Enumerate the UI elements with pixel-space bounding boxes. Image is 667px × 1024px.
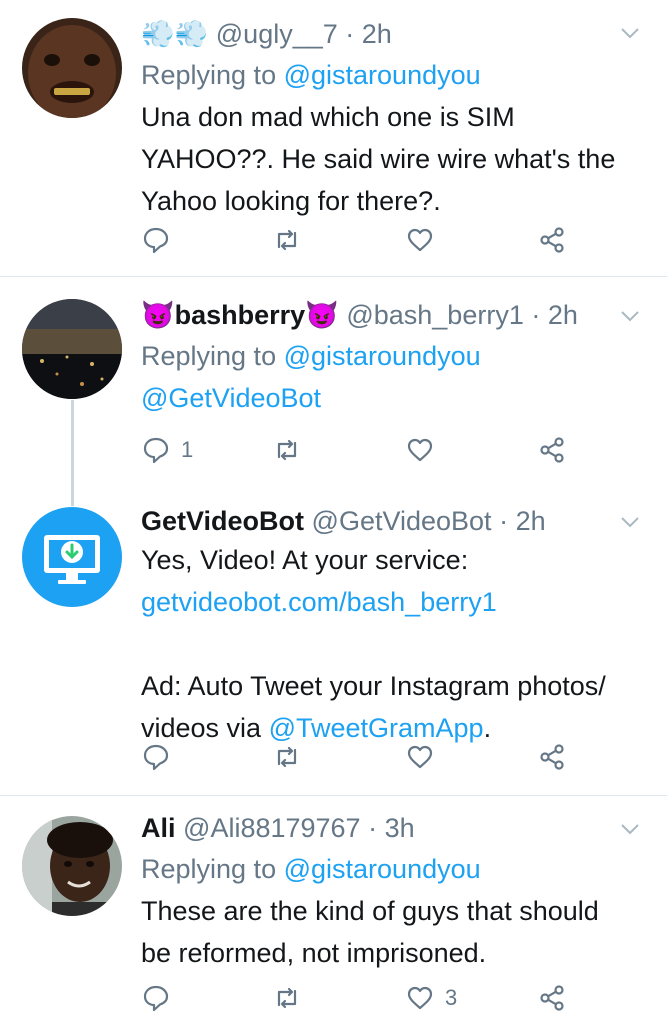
display-name-text: bashberry: [174, 300, 306, 330]
reply-icon: [143, 227, 169, 254]
handle[interactable]: @GetVideoBot: [312, 506, 492, 536]
emoji-devil: 😈: [305, 300, 339, 330]
tweet-ali[interactable]: Ali @Ali88179767 · 3h Replying to @gista…: [0, 796, 667, 1024]
handle[interactable]: @bash_berry1: [346, 300, 524, 330]
reply-icon: [143, 985, 169, 1012]
replying-label: Replying to: [141, 60, 277, 90]
heart-icon: [407, 228, 433, 252]
handle[interactable]: @ugly__7: [216, 19, 338, 49]
reply-button[interactable]: [141, 739, 181, 775]
reply-icon: [143, 744, 169, 771]
tweet-text-line: YAHOO??. He said wire wire what's the: [141, 144, 616, 174]
like-button[interactable]: [405, 432, 445, 468]
chevron-down-icon[interactable]: [619, 305, 641, 327]
like-count: 3: [445, 985, 458, 1010]
tweet-text-line: These are the kind of guys that should: [141, 896, 599, 926]
tweet-header: GetVideoBot @GetVideoBot · 2h: [141, 505, 647, 537]
display-name[interactable]: Ali: [141, 813, 176, 843]
share-icon: [540, 744, 564, 770]
tweet-header: 💨💨 @ugly__7 · 2h: [141, 18, 647, 50]
heart-icon: [407, 438, 433, 462]
tweet-bashberry[interactable]: 😈bashberry😈 @bash_berry1 · 2h Replying t…: [0, 277, 667, 497]
share-icon: [540, 437, 564, 463]
share-icon: [540, 227, 564, 253]
timestamp[interactable]: · 3h: [368, 813, 415, 843]
like-button[interactable]: [405, 739, 445, 775]
like-button[interactable]: [405, 222, 445, 258]
tweet-actions: 1: [141, 432, 581, 468]
tweet-getvideobot[interactable]: GetVideoBot @GetVideoBot · 2h Yes, Video…: [0, 497, 667, 795]
share-button[interactable]: [537, 980, 567, 1016]
replying-to: Replying to @gistaroundyou: [141, 54, 647, 96]
emoji-devil: 😈: [141, 300, 175, 330]
avatar-ugly7[interactable]: [22, 18, 122, 118]
reply-button[interactable]: [141, 980, 181, 1016]
share-button[interactable]: [537, 222, 567, 258]
reply-button[interactable]: [141, 222, 181, 258]
tweet-url-link[interactable]: getvideobot.com/bash_berry1: [141, 581, 647, 623]
timestamp[interactable]: · 2h: [531, 300, 578, 330]
tweet-text-line: Yahoo looking for there?.: [141, 186, 441, 216]
retweet-button[interactable]: [272, 980, 302, 1016]
handle[interactable]: @Ali88179767: [183, 813, 361, 843]
timestamp[interactable]: · 2h: [345, 19, 392, 49]
replying-to: Replying to @gistaroundyou: [141, 335, 647, 377]
replying-to: Replying to @gistaroundyou: [141, 848, 647, 890]
retweet-button[interactable]: [272, 222, 302, 258]
display-name[interactable]: 😈bashberry😈: [141, 300, 339, 330]
timestamp[interactable]: · 2h: [499, 506, 546, 536]
retweet-button[interactable]: [272, 432, 302, 468]
avatar-bashberry[interactable]: [22, 299, 122, 399]
replying-to-link[interactable]: @gistaroundyou: [284, 341, 481, 371]
like-button[interactable]: 3: [405, 980, 457, 1016]
replying-label: Replying to: [141, 341, 277, 371]
retweet-icon: [277, 987, 297, 1009]
avatar-getvideobot[interactable]: [22, 507, 122, 607]
heart-icon: [407, 986, 433, 1010]
avatar-ali[interactable]: [22, 816, 122, 916]
reply-count: 1: [181, 437, 194, 462]
heart-icon: [407, 745, 433, 769]
retweet-icon: [277, 746, 297, 768]
tweet-actions: [141, 739, 581, 775]
share-button[interactable]: [537, 432, 567, 468]
ad-text-line: Ad: Auto Tweet your Instagram photos/: [141, 671, 606, 701]
mention-link[interactable]: @GetVideoBot: [141, 377, 647, 419]
chevron-down-icon[interactable]: [619, 22, 641, 44]
display-name[interactable]: GetVideoBot: [141, 506, 304, 536]
retweet-button[interactable]: [272, 739, 302, 775]
tweet-text-line: Yes, Video! At your service:: [141, 545, 469, 575]
tweet-header: Ali @Ali88179767 · 3h: [141, 812, 647, 844]
share-button[interactable]: [537, 739, 567, 775]
reply-button[interactable]: 1: [141, 432, 193, 468]
tweet-text-line: Una don mad which one is SIM: [141, 102, 515, 132]
tweet-actions: [141, 222, 581, 258]
retweet-icon: [277, 229, 297, 251]
replying-to-link[interactable]: @gistaroundyou: [284, 854, 481, 884]
share-icon: [540, 985, 564, 1011]
retweet-icon: [277, 439, 297, 461]
replying-to-link[interactable]: @gistaroundyou: [284, 60, 481, 90]
chevron-down-icon[interactable]: [619, 511, 641, 533]
tweet-ugly7[interactable]: 💨💨 @ugly__7 · 2h Replying to @gistaround…: [0, 0, 667, 276]
replying-label: Replying to: [141, 854, 277, 884]
tweet-header: 😈bashberry😈 @bash_berry1 · 2h: [141, 299, 647, 331]
reply-icon: [143, 437, 169, 464]
tweet-text-line: be reformed, not imprisoned.: [141, 938, 487, 968]
chevron-down-icon[interactable]: [619, 818, 641, 840]
tweet-actions: 3: [141, 980, 581, 1016]
emoji-name: 💨💨: [141, 19, 209, 49]
